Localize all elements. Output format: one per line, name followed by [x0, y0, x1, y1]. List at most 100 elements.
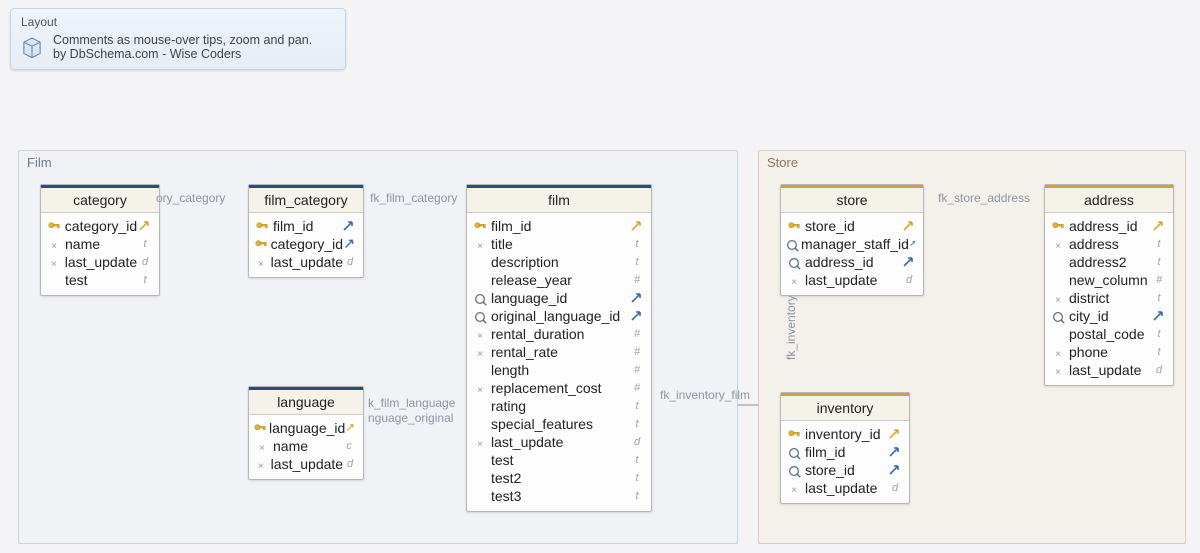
column-row[interactable]: address_id: [1045, 217, 1173, 235]
column-row[interactable]: ×last_updated: [467, 433, 651, 451]
column-row[interactable]: ×namec: [249, 437, 363, 455]
not-null-icon: ×: [477, 439, 483, 450]
column-row[interactable]: ×namet: [41, 235, 159, 253]
table-film-category[interactable]: film_category film_idcategory_id×last_up…: [248, 184, 364, 278]
magnifier-icon: [787, 444, 801, 460]
column-name: new_column: [1067, 272, 1151, 288]
column-type: t: [1151, 292, 1167, 304]
not-null-icon: ×: [791, 277, 797, 288]
column-type: [629, 289, 645, 308]
column-name: description: [489, 254, 629, 270]
fk-label: k_film_language: [368, 396, 455, 410]
column-name: category_id: [269, 236, 343, 252]
column-row[interactable]: address2t: [1045, 253, 1173, 271]
column-row[interactable]: film_id: [249, 217, 363, 235]
column-row[interactable]: film_id: [467, 217, 651, 235]
column-row[interactable]: city_id: [1045, 307, 1173, 325]
table-film[interactable]: film film_id×titletdescriptiontrelease_y…: [466, 184, 652, 512]
column-row[interactable]: test2t: [467, 469, 651, 487]
column-row[interactable]: testt: [467, 451, 651, 469]
column-row[interactable]: ×addresst: [1045, 235, 1173, 253]
not-null-icon: ×: [477, 385, 483, 396]
column-row[interactable]: ×rental_rate#: [467, 343, 651, 361]
column-type: [901, 253, 917, 272]
column-row[interactable]: ×replacement_cost#: [467, 379, 651, 397]
column-row[interactable]: film_id: [781, 443, 909, 461]
not-null-icon: ×: [477, 331, 483, 342]
info-line1: Comments as mouse-over tips, zoom and pa…: [53, 33, 312, 47]
column-type: t: [629, 418, 645, 430]
column-row[interactable]: category_id: [41, 217, 159, 235]
magnifier-icon: [1051, 308, 1065, 324]
table-inventory[interactable]: inventory inventory_idfilm_idstore_id×la…: [780, 392, 910, 504]
column-type: t: [629, 472, 645, 484]
fk-label: ory_category: [156, 191, 225, 205]
table-store[interactable]: store store_idmanager_staff_idaddress_id…: [780, 184, 924, 296]
column-row[interactable]: test3t: [467, 487, 651, 505]
column-row[interactable]: ×last_updated: [781, 271, 923, 289]
layout-info-box: Layout Comments as mouse-over tips, zoom…: [10, 8, 346, 70]
column-row[interactable]: language_id: [467, 289, 651, 307]
column-name: rental_duration: [489, 326, 629, 342]
column-row[interactable]: ×last_updated: [249, 253, 363, 271]
table-header: address: [1045, 185, 1173, 213]
column-type: t: [137, 238, 153, 250]
column-type: [1151, 217, 1167, 236]
column-row[interactable]: new_column#: [1045, 271, 1173, 289]
key-icon: [787, 218, 801, 234]
not-null-icon: ×: [258, 461, 264, 472]
column-type: d: [887, 482, 903, 494]
info-line2: by DbSchema.com - Wise Coders: [53, 47, 312, 61]
column-row[interactable]: ×last_updated: [41, 253, 159, 271]
not-null-icon: ×: [791, 485, 797, 496]
column-row[interactable]: release_year#: [467, 271, 651, 289]
column-type: c: [341, 440, 357, 452]
column-row[interactable]: ×districtt: [1045, 289, 1173, 307]
column-name: language_id: [267, 420, 345, 436]
column-row[interactable]: descriptiont: [467, 253, 651, 271]
column-row[interactable]: store_id: [781, 217, 923, 235]
column-row[interactable]: ×phonet: [1045, 343, 1173, 361]
column-row[interactable]: postal_codet: [1045, 325, 1173, 343]
magnifier-icon: [785, 236, 799, 252]
column-type: [343, 236, 357, 253]
column-row[interactable]: ×titlet: [467, 235, 651, 253]
column-name: film_id: [489, 218, 629, 234]
column-row[interactable]: ×last_updated: [249, 455, 363, 473]
table-category[interactable]: category category_id×namet×last_updatedt…: [40, 184, 160, 296]
column-type: #: [629, 382, 645, 394]
column-row[interactable]: category_id: [249, 235, 363, 253]
not-null-icon: ×: [51, 259, 57, 270]
column-row[interactable]: store_id: [781, 461, 909, 479]
column-row[interactable]: testt: [41, 271, 159, 289]
column-name: release_year: [489, 272, 629, 288]
magnifier-icon: [787, 462, 801, 478]
column-name: inventory_id: [803, 426, 887, 442]
column-row[interactable]: manager_staff_id: [781, 235, 923, 253]
column-row[interactable]: length#: [467, 361, 651, 379]
table-address[interactable]: address address_id×addresstaddress2tnew_…: [1044, 184, 1174, 386]
column-name: film_id: [803, 444, 887, 460]
fk-label: fk_inventory: [784, 295, 798, 360]
column-row[interactable]: ×last_updated: [1045, 361, 1173, 379]
column-name: address: [1067, 236, 1151, 252]
column-type: t: [1151, 238, 1167, 250]
column-type: t: [1151, 346, 1167, 358]
column-row[interactable]: inventory_id: [781, 425, 909, 443]
table-language[interactable]: language language_id×namec×last_updated: [248, 386, 364, 480]
column-row[interactable]: ×rental_duration#: [467, 325, 651, 343]
column-row[interactable]: language_id: [249, 419, 363, 437]
column-row[interactable]: original_language_id: [467, 307, 651, 325]
column-type: #: [629, 274, 645, 286]
column-name: special_features: [489, 416, 629, 432]
not-null-icon: ×: [1055, 349, 1061, 360]
fk-label: fk_film_category: [370, 191, 457, 205]
column-type: d: [343, 458, 357, 470]
column-row[interactable]: address_id: [781, 253, 923, 271]
table-header: film: [467, 185, 651, 213]
column-row[interactable]: ×last_updated: [781, 479, 909, 497]
column-row[interactable]: special_featurest: [467, 415, 651, 433]
column-row[interactable]: ratingt: [467, 397, 651, 415]
column-name: language_id: [489, 290, 629, 306]
column-name: test3: [489, 488, 629, 504]
